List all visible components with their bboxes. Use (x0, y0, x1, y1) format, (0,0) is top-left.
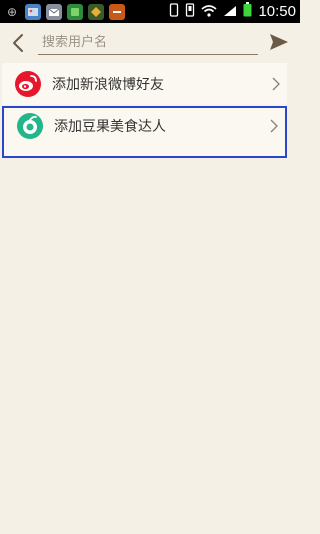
search-input[interactable] (38, 31, 258, 54)
list-item-weibo[interactable]: 添加新浪微博好友 (2, 63, 287, 105)
clock: 10:50 (258, 3, 296, 20)
search-header (0, 23, 300, 63)
tools-icon (109, 3, 125, 20)
mail-icon (46, 3, 62, 20)
chevron-right-icon (267, 119, 281, 133)
list-item-douguo[interactable]: 添加豆果美食达人 (2, 106, 287, 158)
wifi-icon (201, 2, 217, 21)
battery-full-icon (243, 2, 252, 21)
back-button[interactable] (8, 31, 28, 55)
vibrate-icon (169, 2, 179, 21)
list-item-label: 添加新浪微博好友 (52, 77, 164, 93)
phone-icon (185, 2, 195, 21)
chevron-right-icon (269, 77, 283, 91)
chevron-left-icon (13, 34, 23, 52)
android-icon (67, 3, 83, 20)
status-bar: ⊕ 10:50 (0, 0, 300, 23)
game-icon (88, 3, 104, 20)
send-button[interactable] (268, 31, 290, 53)
douguo-icon (16, 112, 44, 140)
send-icon (270, 34, 288, 50)
weibo-icon (14, 70, 42, 98)
photo-icon (25, 3, 41, 20)
notification-area: ⊕ (4, 3, 125, 20)
signal-icon (223, 2, 237, 21)
search-field-wrapper (38, 31, 258, 55)
system-indicators: 10:50 (169, 2, 296, 21)
plus-icon: ⊕ (6, 4, 18, 19)
list-item-label: 添加豆果美食达人 (54, 119, 166, 135)
